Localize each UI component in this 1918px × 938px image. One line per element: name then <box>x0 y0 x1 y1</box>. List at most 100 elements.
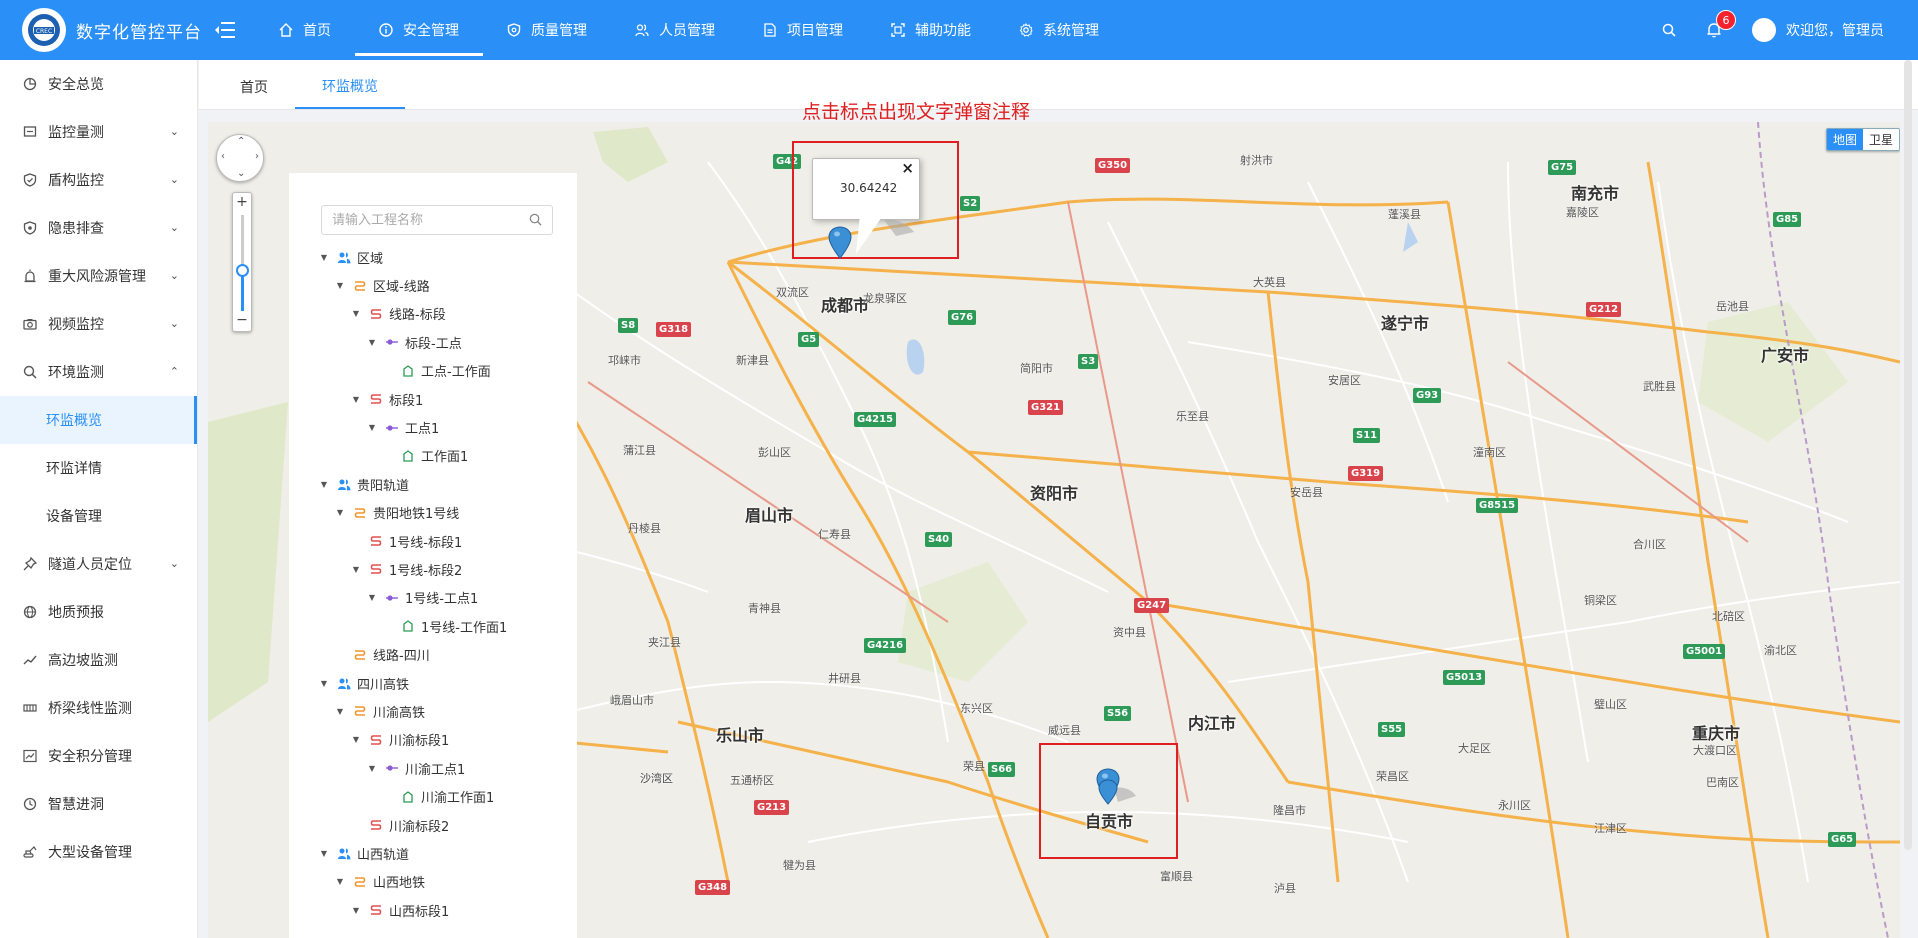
sidebar-item-environment[interactable]: 环境监测 ⌃ <box>0 348 197 396</box>
tree-expand-icon[interactable]: ▼ <box>367 764 377 773</box>
sidebar-item-high-slope[interactable]: 高边坡监测 <box>0 636 197 684</box>
sidebar-item-large-equipment[interactable]: 大型设备管理 <box>0 828 197 876</box>
sidebar-subitem-device-management[interactable]: 设备管理 <box>0 492 197 540</box>
tree-node-section[interactable]: ▼川渝标段2 <box>289 811 577 839</box>
tree-node-line[interactable]: ▼ 山西地铁 <box>289 868 577 896</box>
sidebar-item-smart-tunnel[interactable]: 智慧进洞 <box>0 780 197 828</box>
search-button[interactable] <box>1662 23 1676 37</box>
nav-safety[interactable]: 安全管理 <box>355 0 483 60</box>
close-icon[interactable]: × <box>901 159 914 177</box>
map-pan-control[interactable]: ⌃ ⌄ ‹ › <box>216 134 264 182</box>
chevron-down-icon: ⌄ <box>169 173 179 186</box>
user-menu[interactable]: 欢迎您，管理员 <box>1752 18 1884 42</box>
tree-expand-icon[interactable]: ▼ <box>319 849 329 858</box>
tree-expand-icon[interactable]: ▼ <box>351 395 361 404</box>
highway-shield: G213 <box>754 800 790 815</box>
tree-node-workface[interactable]: ▼工作面1 <box>289 442 577 470</box>
sidebar-item-tunnel-positioning[interactable]: 隧道人员定位 ⌄ <box>0 540 197 588</box>
tree-node-line[interactable]: ▼ 区域-线路 <box>289 271 577 299</box>
tree-node-workface[interactable]: ▼川渝工作面1 <box>289 782 577 810</box>
tree-expand-icon[interactable]: ▼ <box>351 565 361 574</box>
zoom-slider-handle[interactable] <box>236 264 249 277</box>
tree-expand-icon[interactable]: ▼ <box>351 735 361 744</box>
tree-expand-icon[interactable]: ▼ <box>367 423 377 432</box>
tree-node-section[interactable]: ▼ 标段1 <box>289 385 577 413</box>
map-town-label: 邛崃市 <box>608 354 641 367</box>
tree-node-region[interactable]: ▼ 四川高铁 <box>289 669 577 697</box>
highway-shield: G318 <box>656 322 692 337</box>
tree-expand-icon[interactable]: ▼ <box>319 253 329 262</box>
tree-node-section[interactable]: ▼ 山西标段1 <box>289 896 577 924</box>
nav-personnel[interactable]: 人员管理 <box>611 0 739 60</box>
tab-env-overview[interactable]: 环监概览 <box>295 65 405 109</box>
map-type-map-button[interactable]: 地图 <box>1826 129 1863 150</box>
tree-node-point[interactable]: ▼ 标段-工点 <box>289 328 577 356</box>
sidebar-subitem-env-detail[interactable]: 环监详情 <box>0 444 197 492</box>
tree-node-section[interactable]: ▼1号线-标段1 <box>289 527 577 555</box>
tree-expand-icon[interactable]: ▼ <box>335 707 345 716</box>
tree-expand-icon[interactable]: ▼ <box>351 906 361 915</box>
section-icon <box>369 307 383 321</box>
tree-node-point[interactable]: ▼ 川渝工点1 <box>289 754 577 782</box>
project-search-input[interactable] <box>322 206 522 234</box>
tree-expand-icon[interactable]: ▼ <box>367 338 377 347</box>
tree-expand-icon[interactable]: ▼ <box>367 593 377 602</box>
sidebar-item-shield-monitoring[interactable]: 盾构监控 ⌄ <box>0 156 197 204</box>
sidebar-item-bridge-linearity[interactable]: 桥梁线性监测 <box>0 684 197 732</box>
sidebar-subitem-env-overview[interactable]: 环监概览 <box>0 396 197 444</box>
sidebar-item-hazard-check[interactable]: 隐患排查 ⌄ <box>0 204 197 252</box>
tree-node-section[interactable]: ▼ 川渝标段1 <box>289 726 577 754</box>
chevron-up-icon: ⌃ <box>169 365 179 378</box>
search-icon <box>22 364 38 380</box>
trend-icon <box>22 652 38 668</box>
tree-node-workface[interactable]: ▼工点-工作面 <box>289 357 577 385</box>
user-area: 6 欢迎您，管理员 <box>1632 10 1918 42</box>
zoom-in-button[interactable]: + <box>233 194 251 210</box>
sidebar-item-geology-forecast[interactable]: 地质预报 <box>0 588 197 636</box>
sidebar-item-monitoring-measure[interactable]: 监控量测 ⌄ <box>0 108 197 156</box>
nav-auxiliary[interactable]: 辅助功能 <box>867 0 995 60</box>
map-town-label: 武胜县 <box>1643 380 1676 393</box>
expand-icon <box>891 23 905 37</box>
map-town-label: 岳池县 <box>1716 300 1749 313</box>
search-icon[interactable] <box>529 213 542 230</box>
tree-expand-icon[interactable]: ▼ <box>319 679 329 688</box>
map-town-label: 威远县 <box>1048 724 1081 737</box>
tree-node-region[interactable]: ▼ 山西轨道 <box>289 839 577 867</box>
highway-shield: S56 <box>1104 706 1132 721</box>
tree-node-region[interactable]: ▼ 区域 <box>289 243 577 271</box>
tree-node-line[interactable]: ▼ 贵阳地铁1号线 <box>289 499 577 527</box>
map-marker-icon[interactable] <box>827 226 853 260</box>
tree-node-section[interactable]: ▼ 线路-标段 <box>289 300 577 328</box>
nav-project[interactable]: 项目管理 <box>739 0 867 60</box>
map-marker-icon[interactable] <box>1094 768 1138 818</box>
tab-home[interactable]: 首页 <box>213 65 295 109</box>
sidebar-item-video[interactable]: 视频监控 ⌄ <box>0 300 197 348</box>
tree-node-workface[interactable]: ▼1号线-工作面1 <box>289 612 577 640</box>
sidebar-item-major-risk[interactable]: 重大风险源管理 ⌄ <box>0 252 197 300</box>
tree-node-section[interactable]: ▼ 1号线-标段2 <box>289 555 577 583</box>
map-town-label: 嘉陵区 <box>1566 206 1599 219</box>
sidebar-item-safety-points[interactable]: 安全积分管理 <box>0 732 197 780</box>
tree-expand-icon[interactable]: ▼ <box>351 309 361 318</box>
nav-quality[interactable]: 质量管理 <box>483 0 611 60</box>
tree-node-region[interactable]: ▼ 贵阳轨道 <box>289 470 577 498</box>
tree-node-line[interactable]: ▼线路-四川 <box>289 640 577 668</box>
map-type-satellite-button[interactable]: 卫星 <box>1862 129 1899 150</box>
tree-expand-icon[interactable]: ▼ <box>335 877 345 886</box>
map-zoom-bar: + − <box>232 192 252 332</box>
tree-node-line[interactable]: ▼ 川渝高铁 <box>289 697 577 725</box>
map-city-label: 成都市 <box>821 296 870 315</box>
zoom-out-button[interactable]: − <box>233 312 251 328</box>
menu-toggle-button[interactable] <box>205 21 245 39</box>
nav-system[interactable]: 系统管理 <box>995 0 1123 60</box>
tree-expand-icon[interactable]: ▼ <box>319 480 329 489</box>
tree-expand-icon[interactable]: ▼ <box>335 281 345 290</box>
tree-node-point[interactable]: ▼ 工点1 <box>289 413 577 441</box>
notification-button[interactable]: 6 <box>1706 10 1736 38</box>
sidebar-item-safety-overview[interactable]: 安全总览 <box>0 60 197 108</box>
tree-node-point[interactable]: ▼ 1号线-工点1 <box>289 584 577 612</box>
tree-expand-icon[interactable]: ▼ <box>335 508 345 517</box>
nav-home[interactable]: 首页 <box>255 0 355 60</box>
page-scrollbar[interactable] <box>1904 60 1912 850</box>
